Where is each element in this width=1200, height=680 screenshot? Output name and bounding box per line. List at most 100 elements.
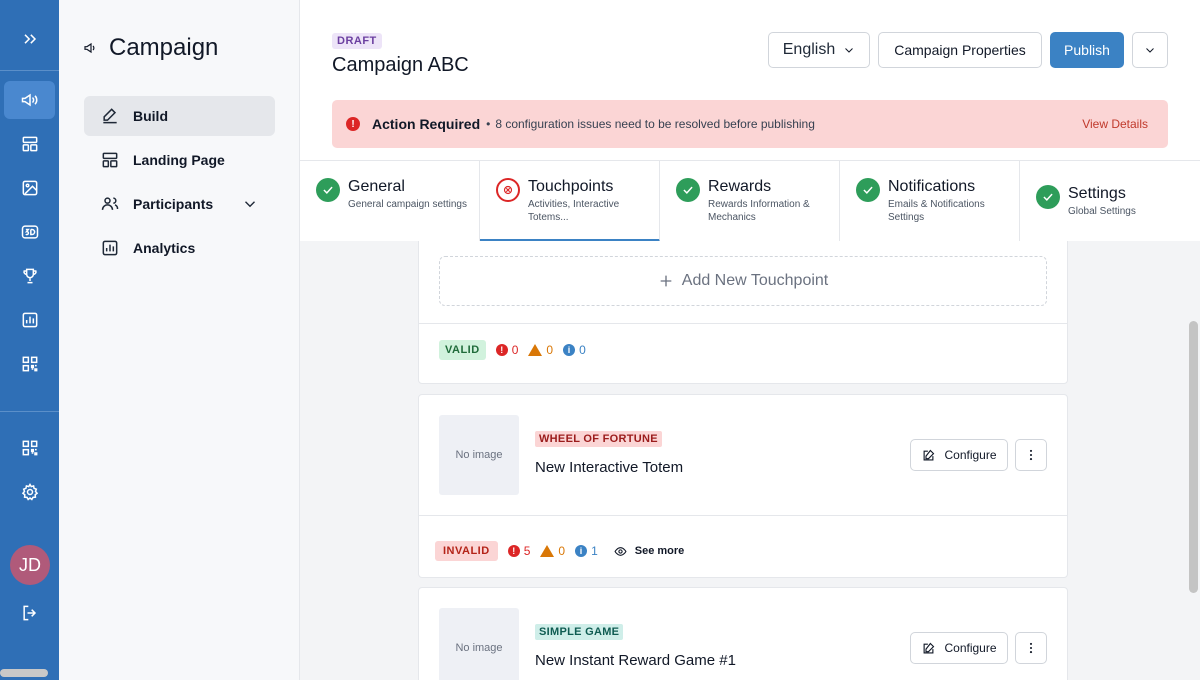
validation-status-row: INVALID ! 5 0 i1 See more bbox=[435, 541, 684, 561]
plus-icon bbox=[660, 275, 672, 287]
step-tabs: General General campaign settings Touchp… bbox=[300, 160, 1200, 242]
configure-button[interactable]: Configure bbox=[910, 632, 1008, 664]
vertical-scrollbar[interactable] bbox=[1189, 321, 1198, 593]
sidebar-item-analytics[interactable]: Analytics bbox=[84, 228, 275, 268]
side-panel-title: Campaign bbox=[83, 34, 218, 62]
warning-count: 0 bbox=[540, 544, 565, 558]
touchpoint-type-tag: WHEEL OF FORTUNE bbox=[535, 431, 662, 447]
tab-title: Touchpoints bbox=[528, 178, 614, 195]
side-panel-title-text: Campaign bbox=[109, 34, 219, 61]
image-icon bbox=[22, 180, 37, 196]
rail-layout-button[interactable] bbox=[4, 125, 55, 163]
tab-title: Settings bbox=[1068, 185, 1126, 202]
tab-settings[interactable]: Settings Global Settings bbox=[1020, 161, 1200, 242]
tab-general[interactable]: General General campaign settings bbox=[300, 161, 480, 242]
users-icon bbox=[101, 197, 119, 210]
warning-icon bbox=[540, 545, 555, 557]
language-value: English bbox=[782, 41, 836, 58]
info-icon: i bbox=[563, 344, 576, 356]
edit-icon bbox=[103, 108, 117, 124]
invalid-badge: INVALID bbox=[435, 541, 498, 561]
rail-campaign-button[interactable] bbox=[4, 81, 55, 119]
action-required-alert: ! Action Required • 8 configuration issu… bbox=[332, 100, 1168, 148]
publish-options-button[interactable] bbox=[1132, 32, 1168, 68]
page-title: Campaign ABC bbox=[332, 54, 469, 76]
alert-title: Action Required bbox=[372, 116, 481, 132]
touchpoint-name: New Interactive Totem bbox=[535, 459, 684, 476]
language-select[interactable]: English bbox=[768, 32, 870, 68]
logout-icon bbox=[22, 605, 36, 621]
icon-rail: JD bbox=[0, 0, 59, 680]
rail-qr-settings-button[interactable] bbox=[4, 429, 55, 467]
touchpoint-thumbnail: No image bbox=[439, 415, 519, 495]
sidebar-item-landing-page[interactable]: Landing Page bbox=[84, 140, 275, 180]
megaphone-icon bbox=[21, 93, 37, 107]
campaign-properties-button[interactable]: Campaign Properties bbox=[878, 32, 1042, 68]
rail-3d-button[interactable] bbox=[4, 213, 55, 251]
user-avatar[interactable]: JD bbox=[10, 545, 50, 585]
expand-rail-button[interactable] bbox=[4, 20, 55, 58]
tab-title: General bbox=[348, 178, 405, 195]
error-icon: ! bbox=[346, 117, 360, 131]
see-more-button[interactable]: See more bbox=[614, 545, 685, 558]
rail-qr-button[interactable] bbox=[4, 345, 55, 383]
rail-settings-button[interactable] bbox=[4, 473, 55, 511]
tab-description: General campaign settings bbox=[348, 199, 467, 210]
tab-touchpoints[interactable]: Touchpoints Activities, Interactive Tote… bbox=[480, 161, 660, 242]
main-area: DRAFT Campaign ABC English Campaign Prop… bbox=[300, 0, 1200, 680]
tab-title: Notifications bbox=[888, 178, 976, 195]
touchpoint-card: No image WHEEL OF FORTUNE New Interactiv… bbox=[418, 394, 1068, 578]
tab-description: Emails & Notifications Settings bbox=[888, 199, 985, 223]
error-circle-icon bbox=[496, 178, 520, 202]
qr-code-icon bbox=[22, 440, 37, 456]
valid-badge: VALID bbox=[439, 340, 486, 360]
add-touchpoint-label: Add New Touchpoint bbox=[681, 272, 829, 289]
sidebar-item-label: Participants bbox=[133, 196, 214, 212]
edit-icon bbox=[924, 449, 935, 460]
chevron-down-icon[interactable] bbox=[241, 195, 259, 213]
configure-button[interactable]: Configure bbox=[910, 439, 1008, 471]
logout-button[interactable] bbox=[4, 594, 55, 632]
double-chevron-right-icon bbox=[23, 34, 36, 44]
publish-button[interactable]: Publish bbox=[1050, 32, 1124, 68]
tab-rewards[interactable]: Rewards Rewards Information & Mechanics bbox=[660, 161, 840, 242]
tab-description: Rewards Information & Mechanics bbox=[708, 199, 810, 223]
side-panel: Campaign Build Landing Page Participants… bbox=[59, 0, 300, 680]
more-options-button[interactable] bbox=[1015, 439, 1047, 471]
more-options-button[interactable] bbox=[1015, 632, 1047, 664]
check-circle-icon bbox=[676, 178, 700, 202]
info-count: i0 bbox=[563, 343, 586, 357]
horizontal-scrollbar[interactable] bbox=[0, 669, 48, 677]
view-details-link[interactable]: View Details bbox=[1082, 117, 1148, 131]
tab-description: Global Settings bbox=[1068, 206, 1136, 217]
sidebar-item-label: Build bbox=[133, 108, 168, 124]
info-count: i1 bbox=[575, 544, 598, 558]
rail-analytics-button[interactable] bbox=[4, 301, 55, 339]
see-more-label: See more bbox=[634, 545, 685, 557]
tab-notifications[interactable]: Notifications Emails & Notifications Set… bbox=[840, 161, 1020, 242]
sidebar-item-participants[interactable]: Participants bbox=[84, 184, 275, 224]
sidebar-item-build[interactable]: Build bbox=[84, 96, 275, 136]
edit-icon bbox=[924, 642, 935, 653]
tab-title: Rewards bbox=[708, 178, 772, 195]
rail-rewards-button[interactable] bbox=[4, 257, 55, 295]
add-touchpoint-card: Add New Touchpoint VALID ! 0 0 i0 bbox=[418, 241, 1068, 384]
megaphone-icon bbox=[84, 42, 95, 54]
configure-label: Configure bbox=[944, 641, 997, 655]
validation-status-row: VALID ! 0 0 i0 bbox=[439, 340, 586, 360]
rail-media-button[interactable] bbox=[4, 169, 55, 207]
error-count: ! 0 bbox=[495, 343, 518, 357]
error-count: ! 5 bbox=[507, 544, 530, 558]
touchpoint-name: New Instant Reward Game #1 bbox=[535, 652, 736, 669]
3d-icon bbox=[21, 225, 38, 239]
chart-icon bbox=[22, 312, 37, 328]
page-header: DRAFT Campaign ABC English Campaign Prop… bbox=[300, 0, 1200, 161]
check-circle-icon bbox=[856, 178, 880, 202]
sidebar-item-label: Landing Page bbox=[133, 152, 225, 168]
add-new-touchpoint-button[interactable]: Add New Touchpoint bbox=[439, 256, 1047, 306]
eye-icon bbox=[614, 546, 627, 556]
check-circle-icon bbox=[316, 178, 340, 202]
layout-icon bbox=[102, 152, 118, 168]
gear-icon bbox=[21, 483, 38, 501]
warning-icon bbox=[528, 344, 543, 356]
